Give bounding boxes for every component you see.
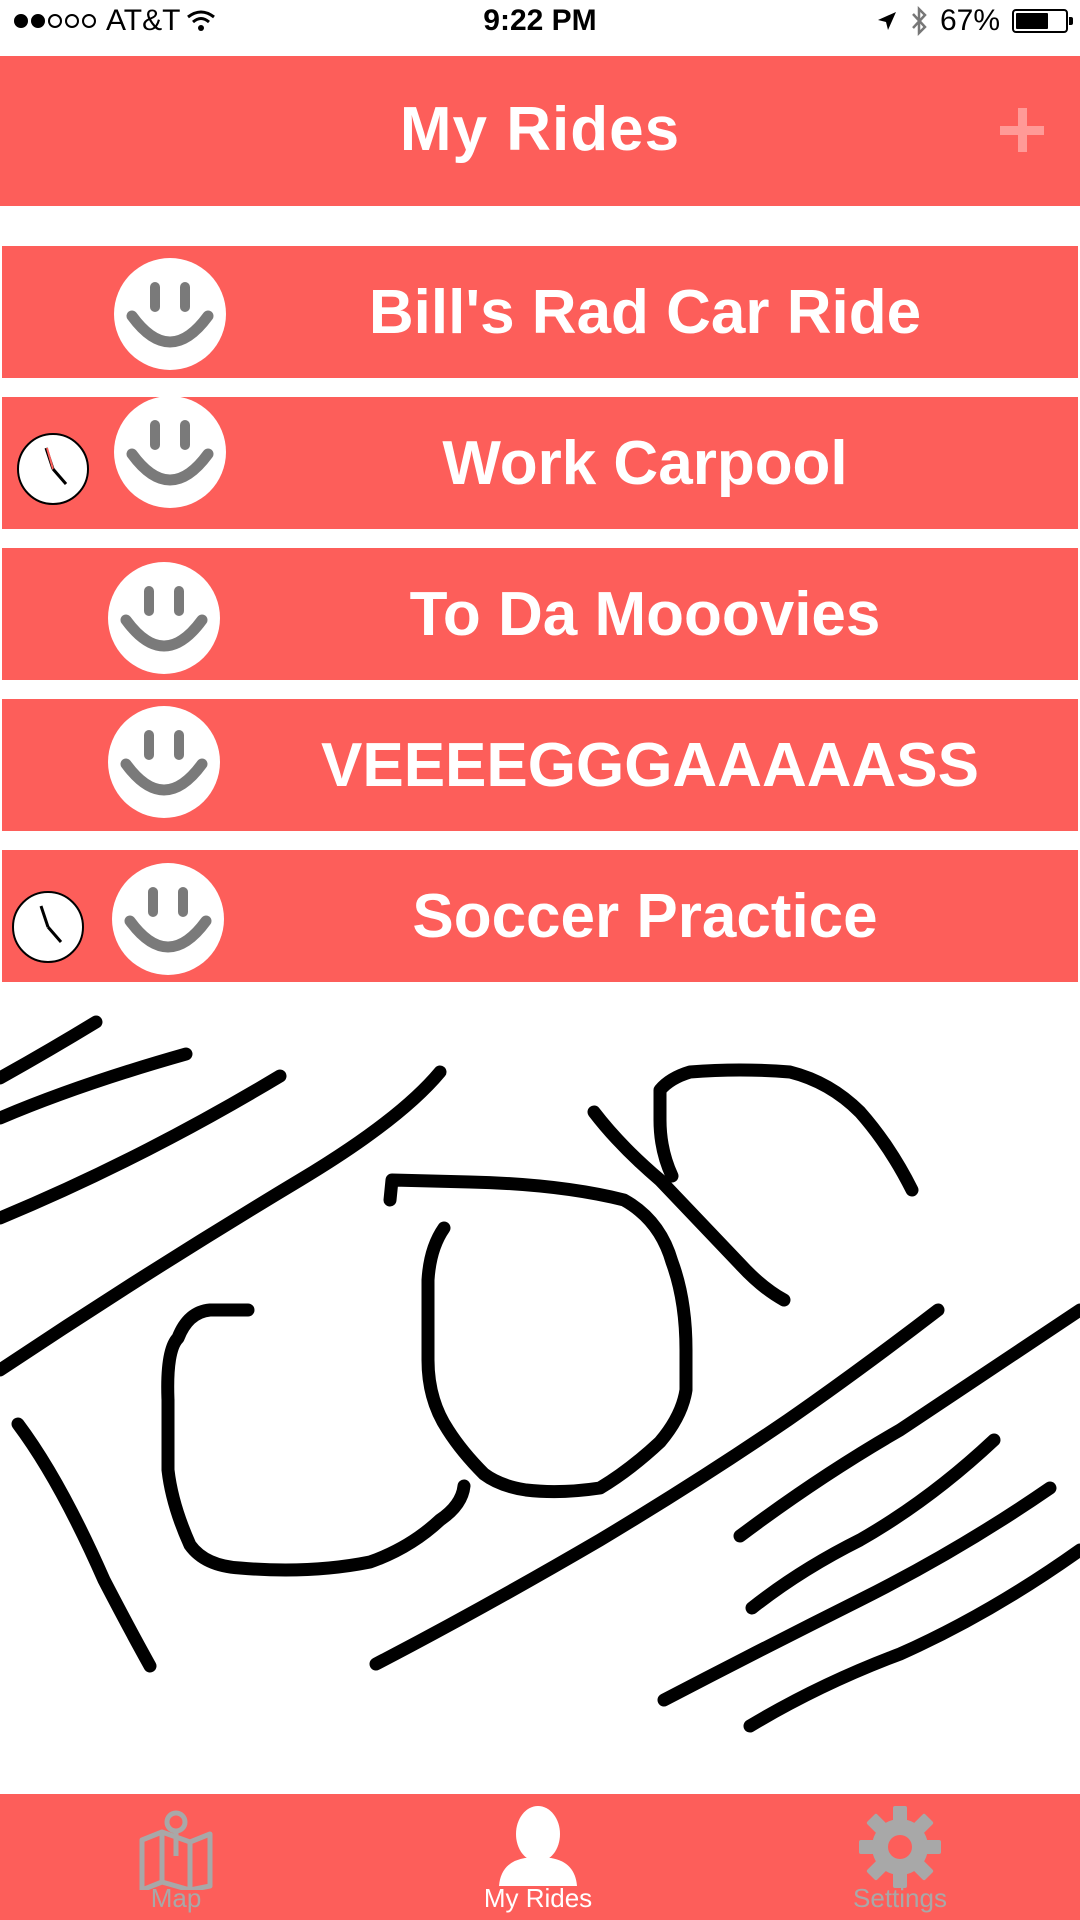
gear-icon [859,1806,941,1888]
smiley-icon [114,258,226,370]
status-right: 67% [876,4,1073,38]
ride-title: VEEEEGGGAAAAASS [320,730,980,800]
ride-title: Bill's Rad Car Ride [368,277,922,347]
ride-row-1[interactable]: Work Carpool [2,396,1078,529]
ride-row-3[interactable]: VEEEEGGGAAAAASS [2,699,1078,831]
ride-row-0[interactable]: Bill's Rad Car Ride [2,246,1078,378]
location-arrow-icon [877,12,896,30]
battery-percent: 67% [939,4,1000,37]
map-icon [139,1810,213,1890]
tab-label: Settings [853,1883,947,1913]
tab-label: Map [150,1883,202,1913]
tab-map[interactable]: Map [76,1794,276,1920]
tab-bar: Map My Rides Settings [0,1794,1080,1920]
battery-icon [1012,9,1073,33]
status-bar: AT&T 9:22 PM 67% [0,0,1080,46]
smiley-icon [112,863,224,975]
clock-icon [17,433,89,505]
ride-title: Work Carpool [442,428,848,498]
person-icon [499,1806,577,1886]
smiley-icon [114,396,226,508]
clock-icon [12,891,84,963]
add-ride-button[interactable] [1000,108,1044,152]
tab-my-rides[interactable]: My Rides [438,1794,638,1920]
ride-row-2[interactable]: To Da Mooovies [2,548,1078,680]
ride-title: To Da Mooovies [409,579,881,649]
page-title: My Rides [399,95,681,164]
smiley-icon [108,562,220,674]
tab-label: My Rides [483,1883,593,1913]
hand-drawn-icon-doodle [0,1015,1080,1733]
tab-settings[interactable]: Settings [800,1794,1000,1920]
ride-title: Soccer Practice [412,881,878,951]
ride-row-4[interactable]: Soccer Practice [2,850,1078,982]
nav-header: My Rides [0,56,1080,206]
smiley-icon [108,706,220,818]
bluetooth-icon [912,6,927,36]
